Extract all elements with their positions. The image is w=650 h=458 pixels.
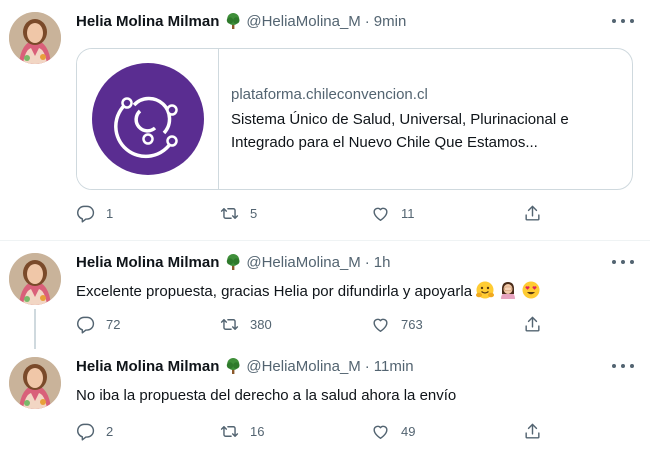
like-icon — [373, 425, 388, 439]
reply-button[interactable]: 1 — [76, 204, 113, 223]
avatar[interactable] — [9, 357, 61, 409]
like-count: 763 — [401, 317, 423, 332]
avatar[interactable] — [9, 12, 61, 64]
tree-emoji-icon — [224, 12, 242, 30]
like-button[interactable]: 49 — [371, 422, 415, 441]
share-button[interactable] — [523, 204, 542, 223]
tweet-text-content: Excelente propuesta, gracias Helia por d… — [76, 283, 473, 300]
separator-dot: · — [364, 357, 370, 375]
tweet-header: Helia Molina Milman @HeliaMolina_M · 11m… — [76, 356, 414, 376]
reply-icon — [77, 423, 95, 441]
more-icon[interactable] — [612, 254, 634, 270]
card-body: plataforma.chileconvencion.cl Sistema Ún… — [219, 49, 632, 189]
tweet: Helia Molina Milman @HeliaMolina_M · 9mi… — [0, 0, 650, 240]
share-icon — [525, 423, 540, 439]
retweet-count: 16 — [250, 424, 265, 439]
like-button[interactable]: 11 — [371, 204, 415, 223]
reply-count: 1 — [106, 206, 114, 221]
tweet: Helia Molina Milman @HeliaMolina_M · 11m… — [0, 345, 650, 458]
more-icon[interactable] — [612, 358, 634, 374]
reply-button[interactable]: 72 — [76, 315, 120, 334]
more-icon[interactable] — [612, 13, 634, 29]
like-icon — [373, 207, 388, 221]
tweet-actions: 72 380 763 — [76, 315, 556, 335]
like-count: 49 — [401, 424, 416, 439]
tweet-text: Excelente propuesta, gracias Helia por d… — [76, 280, 541, 306]
tweet-actions: 1 5 11 — [76, 204, 556, 224]
retweet-icon — [220, 319, 239, 330]
timestamp[interactable]: 1h — [374, 254, 391, 271]
share-icon — [525, 316, 540, 332]
tweet-header: Helia Molina Milman @HeliaMolina_M · 1h — [76, 252, 390, 272]
retweet-count: 5 — [250, 206, 258, 221]
retweet-count: 380 — [250, 317, 272, 332]
timestamp[interactable]: 9min — [374, 13, 407, 30]
reply-icon — [77, 316, 95, 334]
author-handle[interactable]: @HeliaMolina_M — [246, 13, 360, 30]
like-count: 11 — [401, 206, 415, 221]
reply-button[interactable]: 2 — [76, 422, 113, 441]
tree-emoji-icon — [224, 253, 242, 271]
woman-facepalming-emoji-icon — [498, 280, 518, 306]
tree-emoji-icon — [224, 357, 242, 375]
share-button[interactable] — [523, 422, 542, 441]
reply-count: 2 — [106, 424, 114, 439]
tweet-actions: 2 16 49 — [76, 422, 556, 442]
card-thumbnail — [77, 49, 219, 189]
retweet-icon — [220, 426, 239, 437]
tweet: Helia Molina Milman @HeliaMolina_M · 1h … — [0, 241, 650, 349]
link-card[interactable]: plataforma.chileconvencion.cl Sistema Ún… — [76, 48, 633, 190]
retweet-button[interactable]: 5 — [220, 204, 257, 223]
share-button[interactable] — [523, 315, 542, 334]
author-name[interactable]: Helia Molina Milman — [76, 13, 219, 30]
reply-icon — [77, 205, 95, 223]
like-icon — [373, 318, 388, 332]
tweet-text: No iba la propuesta del derecho a la sal… — [76, 387, 457, 404]
share-icon — [525, 205, 540, 221]
like-button[interactable]: 763 — [371, 315, 423, 334]
card-description: Sistema Único de Salud, Universal, Pluri… — [231, 110, 569, 151]
convencion-logo-icon — [91, 63, 204, 175]
reply-count: 72 — [106, 317, 121, 332]
author-handle[interactable]: @HeliaMolina_M — [246, 358, 360, 375]
author-name[interactable]: Helia Molina Milman — [76, 254, 219, 271]
author-name[interactable]: Helia Molina Milman — [76, 358, 219, 375]
timestamp[interactable]: 11min — [374, 358, 414, 375]
thread-line — [34, 309, 36, 349]
separator-dot: · — [364, 12, 370, 30]
avatar[interactable] — [9, 253, 61, 305]
retweet-button[interactable]: 16 — [220, 422, 264, 441]
retweet-icon — [220, 208, 239, 219]
retweet-button[interactable]: 380 — [220, 315, 272, 334]
heart-eyes-emoji-icon — [521, 280, 541, 306]
author-handle[interactable]: @HeliaMolina_M — [246, 254, 360, 271]
card-domain: plataforma.chileconvencion.cl — [231, 85, 428, 103]
separator-dot: · — [364, 253, 370, 271]
hugging-face-emoji-icon — [475, 280, 495, 306]
tweet-header: Helia Molina Milman @HeliaMolina_M · 9mi… — [76, 11, 406, 31]
